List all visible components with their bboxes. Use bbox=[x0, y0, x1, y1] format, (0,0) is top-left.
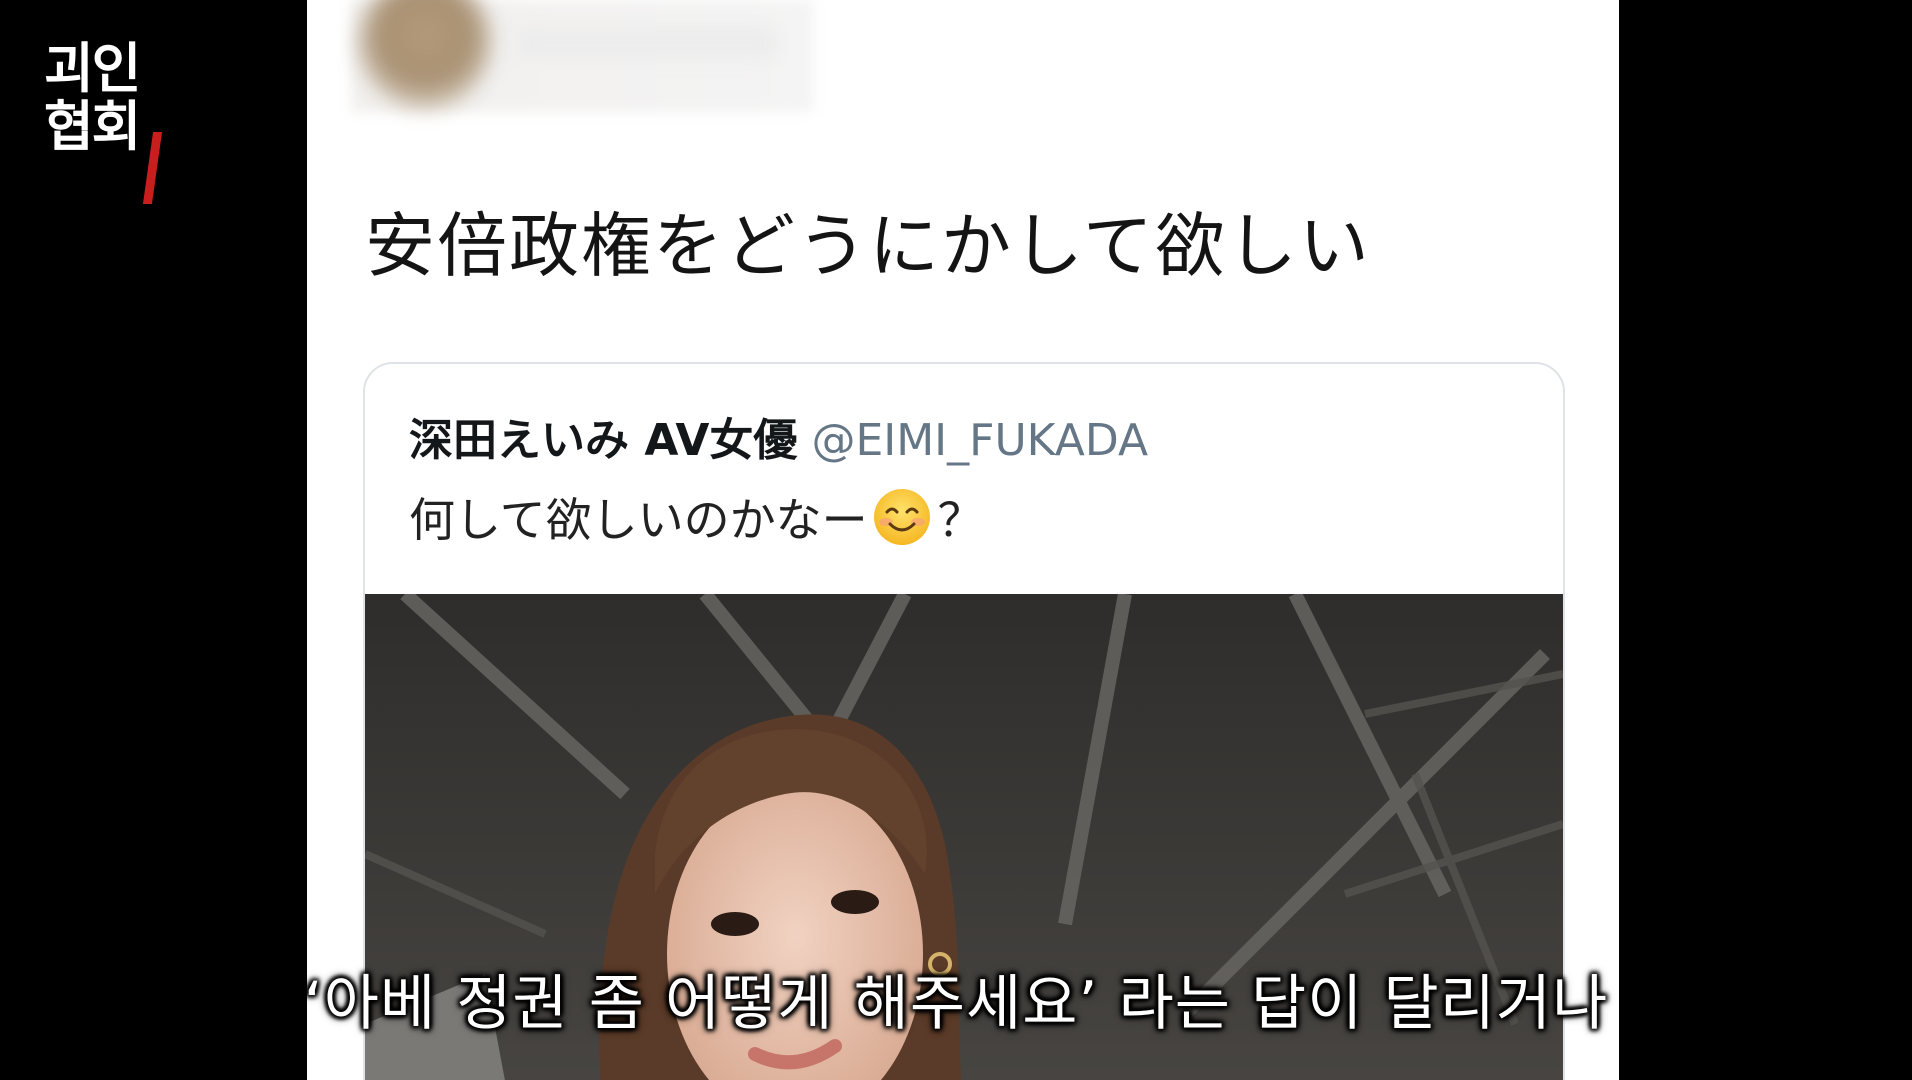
video-frame: 괴인 협회 安倍政権をどうにかして欲しい 深田えいみ AV女優 @EIMI_FUK… bbox=[0, 0, 1912, 1080]
quoted-author-handle: @EIMI_FUKADA bbox=[811, 415, 1149, 466]
quoted-author-name: 深田えいみ AV女優 bbox=[409, 415, 798, 466]
channel-logo: 괴인 협회 bbox=[44, 37, 164, 204]
video-subtitle: ‘아베 정권 좀 어떻게 해주세요’ 라는 답이 달리거나 bbox=[303, 969, 1609, 1039]
quoted-tweet-header: 深田えいみ AV女優 @EIMI_FUKADA bbox=[409, 404, 1148, 468]
tweet-panel: 安倍政権をどうにかして欲しい 深田えいみ AV女優 @EIMI_FUKADA 何し… bbox=[307, 0, 1619, 1080]
quoted-text-part1: 何して欲しいのかなー bbox=[409, 493, 868, 547]
tweet-text: 安倍政権をどうにかして欲しい bbox=[365, 205, 1371, 287]
quoted-tweet-text: 何して欲しいのかなー ？ bbox=[409, 484, 984, 550]
logo-text-line1: 괴인 bbox=[44, 37, 141, 100]
logo-text-line2: 협회 bbox=[44, 95, 141, 158]
smiling-face-emoji-icon bbox=[873, 489, 930, 545]
quoted-text-part2: ？ bbox=[937, 493, 984, 547]
blurred-username bbox=[517, 28, 777, 58]
